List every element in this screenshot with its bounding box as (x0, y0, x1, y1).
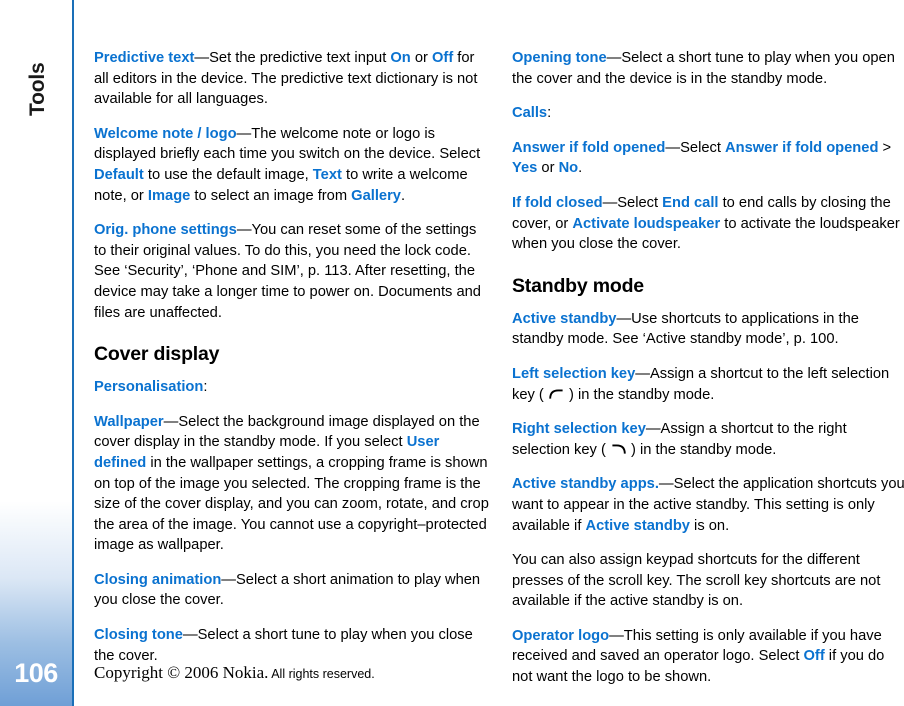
keyword-term: Off (432, 50, 454, 66)
keyword-term: Welcome note / logo (94, 125, 237, 142)
keyword-term: Active standby (512, 310, 617, 327)
para-closing-tone: Closing tone—Select a short tune to play… (94, 625, 490, 666)
para-opening-tone: Opening tone—Select a short tune to play… (512, 48, 904, 89)
para-active-standby-apps: Active standby apps.—Select the applicat… (512, 474, 904, 536)
para-right-selection-key: Right selection key—Assign a shortcut to… (512, 419, 904, 460)
body-text: ) in the standby mode. (564, 386, 715, 403)
body-text: —Select (602, 194, 663, 211)
keyword-term: Text (312, 166, 342, 183)
keyword-term: Closing tone (94, 627, 183, 644)
keyword-term: Left selection key (512, 365, 636, 382)
keyword-term: If fold closed (512, 194, 603, 211)
para-closing-animation: Closing animation—Select a short animati… (94, 570, 490, 611)
left-text-column: Predictive text—Set the predictive text … (94, 48, 490, 680)
para-wallpaper: Wallpaper—Select the background image di… (94, 412, 490, 556)
para-left-selection-key: Left selection key—Assign a shortcut to … (512, 364, 904, 405)
para-welcome-note-logo: Welcome note / logo—The welcome note or … (94, 124, 490, 206)
body-text: to use the default image, (143, 166, 313, 183)
keyword-term: Right selection key (512, 421, 646, 438)
para-answer-if-fold-opened: Answer if fold opened—Select Answer if f… (512, 138, 904, 179)
body-text: ) in the standby mode. (626, 441, 777, 458)
keyword-term: Predictive text (94, 50, 195, 66)
body-text: —Set the predictive text input (194, 50, 391, 66)
heading-standby-mode: Standby mode (512, 274, 644, 297)
keyword-term: Off (803, 648, 825, 665)
para-personalisation: Personalisation: (94, 377, 490, 398)
page-number: 106 (14, 658, 58, 688)
right-text-column: Opening tone—Select a short tune to play… (512, 48, 904, 702)
keyword-term: Answer if fold opened (725, 139, 879, 156)
para-calls: Calls: (512, 103, 904, 124)
para-keypad-shortcuts: You can also assign keypad shortcuts for… (512, 550, 904, 612)
chapter-title: Tools (26, 62, 49, 116)
body-text: . (400, 187, 406, 204)
para-orig-phone-settings: Orig. phone settings—You can reset some … (94, 220, 490, 323)
body-text: or (410, 50, 432, 66)
para-active-standby: Active standby—Use shortcuts to applicat… (512, 309, 904, 350)
keyword-term: Wallpaper (94, 413, 164, 430)
body-text: to select an image from (190, 187, 352, 204)
keyword-term: Answer if fold opened (512, 139, 666, 156)
keyword-term: Active standby (585, 517, 690, 534)
keyword-term: Gallery (351, 187, 401, 204)
keyword-term: Closing animation (94, 571, 222, 588)
rights-reserved-notice: All rights reserved. (268, 667, 375, 681)
keyword-term: Calls (512, 105, 548, 122)
keyword-term: Opening tone (512, 50, 607, 66)
body-text: or (537, 160, 559, 177)
keyword-term: Personalisation (94, 379, 204, 396)
para-operator-logo: Operator logo—This setting is only avail… (512, 626, 904, 688)
body-text: is on. (689, 517, 730, 534)
keyword-term: On (390, 50, 411, 66)
left-selection-key-icon (549, 388, 564, 400)
body-text: : (547, 105, 552, 122)
para-predictive-text: Predictive text—Set the predictive text … (94, 48, 490, 110)
keyword-term: Default (94, 166, 144, 183)
sidebar-divider-rule (72, 0, 74, 706)
para-if-fold-closed: If fold closed—Select End call to end ca… (512, 193, 904, 255)
keyword-term: Image (147, 187, 191, 204)
keyword-term: Activate loudspeaker (572, 215, 721, 232)
footer: Copyright © 2006 Nokia. All rights reser… (94, 663, 375, 683)
keyword-term: Operator logo (512, 627, 610, 644)
chapter-sidebar: Tools 106 (0, 0, 72, 706)
right-selection-key-icon (611, 444, 626, 455)
body-text: . (578, 160, 583, 177)
keyword-term: Orig. phone settings (94, 222, 237, 239)
copyright-notice: Copyright © 2006 Nokia. (94, 663, 269, 682)
body-text: —Select (665, 139, 726, 156)
keyword-term: Yes (512, 160, 538, 177)
body-text: : (203, 379, 208, 396)
keyword-term: End call (662, 194, 719, 211)
keyword-term: No (558, 160, 579, 177)
heading-cover-display: Cover display (94, 343, 220, 366)
body-text: in the wallpaper settings, a cropping fr… (94, 454, 489, 554)
keyword-term: Active standby apps. (512, 476, 659, 493)
body-text: > (878, 139, 892, 156)
body-text: You can also assign keypad shortcuts for… (512, 552, 881, 610)
